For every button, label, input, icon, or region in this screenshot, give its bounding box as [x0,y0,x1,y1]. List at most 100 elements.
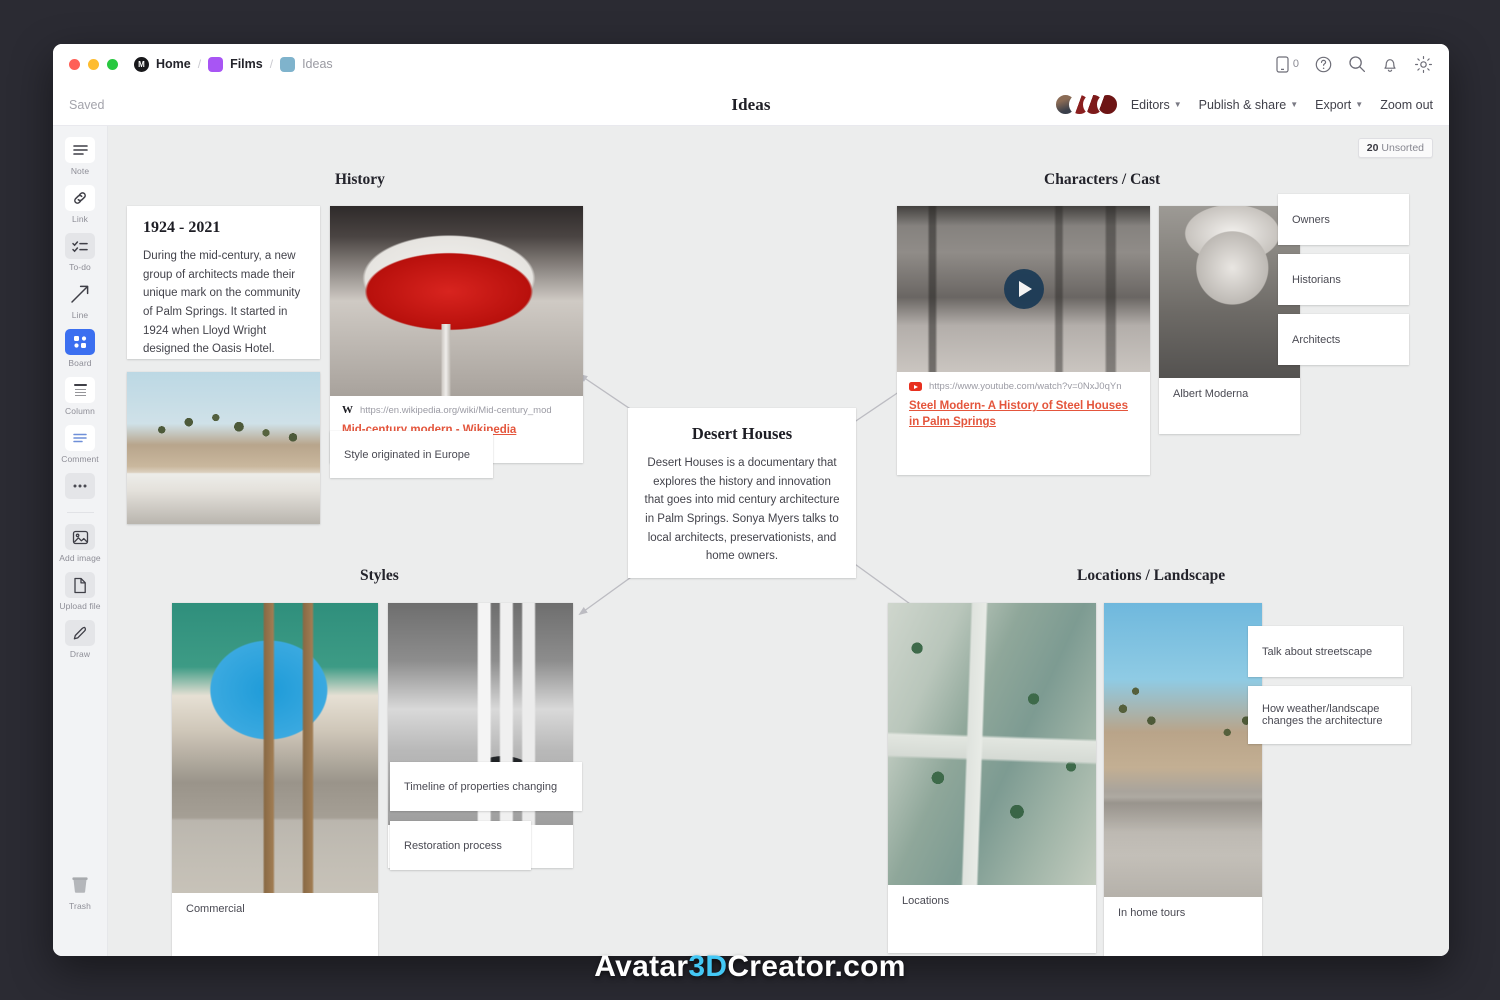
tool-link[interactable]: Link [57,185,103,224]
card-style-origin[interactable]: Style originated in Europe [330,431,493,478]
tool-more[interactable] [57,473,103,499]
breadcrumb-label-films: Films [230,57,263,71]
tool-column[interactable]: Column [57,377,103,416]
chevron-down-icon: ▼ [1355,100,1363,109]
help-icon[interactable] [1315,56,1332,73]
search-icon[interactable] [1348,55,1366,73]
historians-label: Historians [1292,274,1341,286]
youtube-icon [909,382,922,391]
card-youtube-video[interactable]: https://www.youtube.com/watch?v=0NxJ0qYn… [897,206,1150,475]
zoom-out-button[interactable]: Zoom out [1380,98,1433,112]
locations-label: Locations [902,895,949,907]
window-traffic-lights[interactable] [69,59,118,70]
breadcrumb-separator: / [270,57,273,71]
tool-draw-label: Draw [70,649,90,659]
tool-add-image-label: Add image [59,553,101,563]
more-dots-icon [65,473,95,499]
timeline-label: Timeline of properties changing [404,781,557,793]
card-streetscape[interactable]: Talk about streetscape [1248,626,1403,677]
publish-share-menu[interactable]: Publish & share ▼ [1199,98,1298,112]
construction-bw-photo [897,206,1150,372]
desert-road-photo [1104,603,1262,897]
card-history-palm-photo[interactable] [127,372,320,524]
card-locations[interactable]: Locations [888,603,1096,953]
tool-todo-label: To-do [69,262,91,272]
tool-trash[interactable]: Trash [57,872,103,911]
editor-avatars[interactable] [1055,94,1118,115]
youtube-link-title[interactable]: Steel Modern- A History of Steel Houses … [909,398,1138,431]
maximize-window-button[interactable] [107,59,118,70]
commercial-building-photo [172,603,378,893]
close-window-button[interactable] [69,59,80,70]
group-title-history: History [335,171,385,189]
owners-label: Owners [1292,214,1330,226]
export-menu[interactable]: Export ▼ [1315,98,1363,112]
palm-springs-photo [127,372,320,524]
tool-board-label: Board [68,358,91,368]
link-icon [65,185,95,211]
card-restoration[interactable]: Restoration process [390,821,531,870]
unsorted-count: 20 [1367,142,1379,154]
sub-toolbar-actions: Editors ▼ Publish & share ▼ Export ▼ Zoo… [1055,94,1433,115]
settings-gear-icon[interactable] [1414,55,1433,74]
red-chair-photo [330,206,583,396]
saved-status: Saved [69,98,104,112]
card-history-wikipedia-link[interactable]: W https://en.wikipedia.org/wiki/Mid-cent… [330,206,583,463]
style-origin-label: Style originated in Europe [344,449,470,461]
portrait-label-wrap: Albert Moderna [1159,378,1300,410]
card-history-note[interactable]: 1924 - 2021 During the mid-century, a ne… [127,206,320,359]
draw-pencil-icon [65,620,95,646]
notifications-icon[interactable] [1382,56,1398,73]
titlebar-actions: 0 [1276,55,1433,74]
portrait-label: Albert Moderna [1173,388,1248,400]
locations-label-wrap: Locations [888,885,1096,917]
app-window: M Home / Films / Ideas 0 [53,44,1449,956]
tool-add-image[interactable]: Add image [57,524,103,563]
zoom-out-label: Zoom out [1380,98,1433,112]
tool-comment-label: Comment [61,454,99,464]
purple-square-icon [208,57,223,72]
trash-icon [65,872,95,898]
card-historians[interactable]: Historians [1278,254,1409,305]
line-arrow-icon [65,281,95,307]
wikipedia-w-icon: W [342,405,353,416]
group-title-characters: Characters / Cast [1044,171,1160,189]
card-center-desert-houses[interactable]: Desert Houses Desert Houses is a documen… [628,408,856,578]
add-image-icon [65,524,95,550]
play-button-icon[interactable] [1004,269,1044,309]
unsorted-label: Unsorted [1381,142,1424,154]
tool-line[interactable]: Line [57,281,103,320]
tool-column-label: Column [65,406,95,416]
minimize-window-button[interactable] [88,59,99,70]
card-owners[interactable]: Owners [1278,194,1409,245]
card-timeline[interactable]: Timeline of properties changing [390,762,582,811]
blue-square-icon [280,57,295,72]
tool-draw[interactable]: Draw [57,620,103,659]
card-in-home-tours[interactable]: In home tours [1104,603,1262,956]
breadcrumb-item-films[interactable]: Films [208,57,263,72]
breadcrumb-item-ideas[interactable]: Ideas [280,57,333,72]
tool-comment[interactable]: Comment [57,425,103,464]
tool-todo[interactable]: To-do [57,233,103,272]
tool-upload-file[interactable]: Upload file [57,572,103,611]
tool-link-label: Link [72,214,88,224]
watermark: Avatar3DCreator.com [0,950,1500,984]
unsorted-badge[interactable]: 20 Unsorted [1358,138,1433,158]
mobile-count: 0 [1293,58,1299,70]
youtube-link-meta: https://www.youtube.com/watch?v=0NxJ0qYn… [897,372,1150,442]
breadcrumb-item-home[interactable]: M Home [134,57,191,72]
milanote-logo-icon: M [134,57,149,72]
card-commercial[interactable]: Commercial [172,603,378,956]
tool-note[interactable]: Note [57,137,103,176]
board-canvas[interactable]: 20 Unsorted History [108,126,1449,956]
aerial-intersection-photo [888,603,1096,885]
card-architects[interactable]: Architects [1278,314,1409,365]
card-weather[interactable]: How weather/landscape changes the archit… [1248,686,1411,744]
editors-menu[interactable]: Editors ▼ [1131,98,1182,112]
commercial-label: Commercial [186,903,245,915]
comment-icon [65,425,95,451]
mobile-icon[interactable]: 0 [1276,56,1299,73]
weather-label: How weather/landscape changes the archit… [1262,703,1397,727]
tool-board[interactable]: Board [57,329,103,368]
center-title: Desert Houses [644,424,840,444]
